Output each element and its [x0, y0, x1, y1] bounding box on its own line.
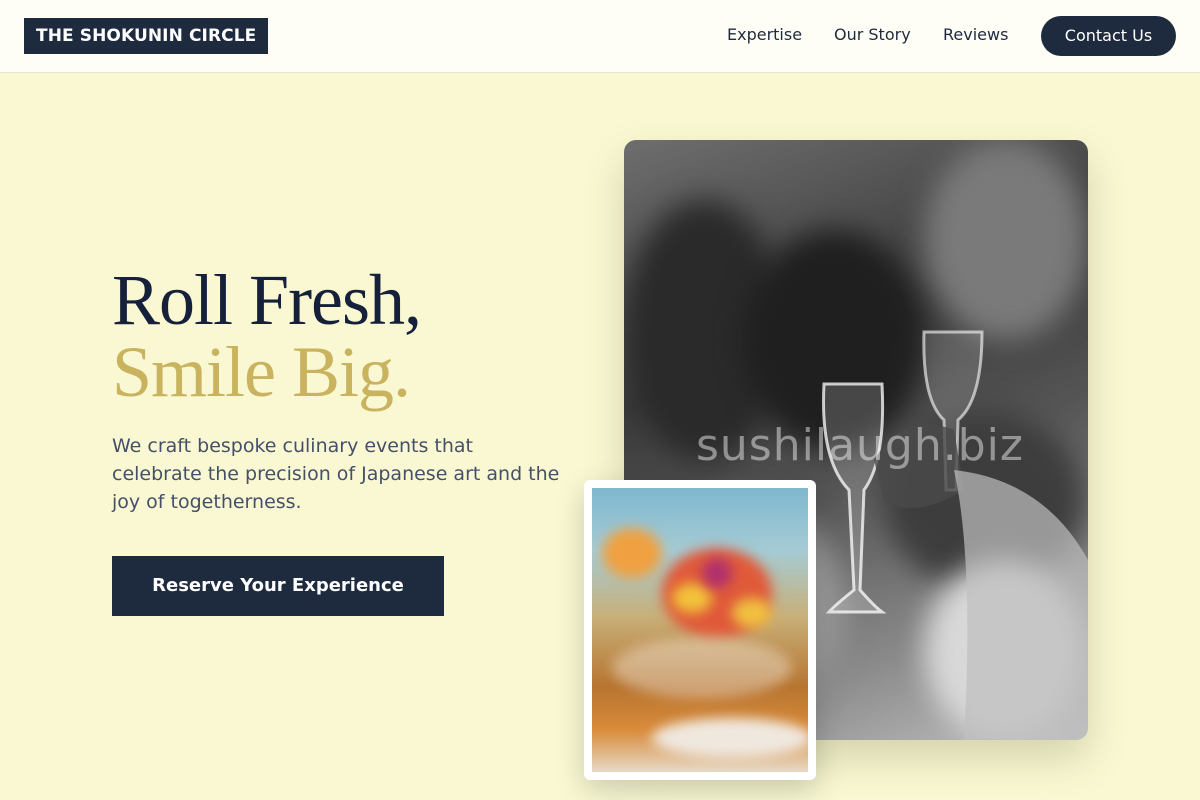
nav-link-expertise[interactable]: Expertise [727, 24, 802, 46]
reserve-button[interactable]: Reserve Your Experience [112, 556, 444, 616]
site-logo[interactable]: THE SHOKUNIN CIRCLE [24, 18, 269, 54]
table-setting-photo [592, 488, 808, 772]
hero-description: We craft bespoke culinary events that ce… [112, 435, 560, 513]
photo-watermark: sushilaugh.biz [696, 420, 1024, 471]
hero-headline-line2: Smile Big. [112, 332, 411, 412]
site-header: THE SHOKUNIN CIRCLE Expertise Our Story … [0, 0, 1200, 73]
table-photo-frame [584, 480, 816, 780]
contact-button[interactable]: Contact Us [1041, 16, 1176, 56]
hero-headline-line1: Roll Fresh, [112, 260, 422, 340]
nav-link-reviews[interactable]: Reviews [943, 24, 1008, 46]
nav-link-our-story[interactable]: Our Story [834, 24, 911, 46]
